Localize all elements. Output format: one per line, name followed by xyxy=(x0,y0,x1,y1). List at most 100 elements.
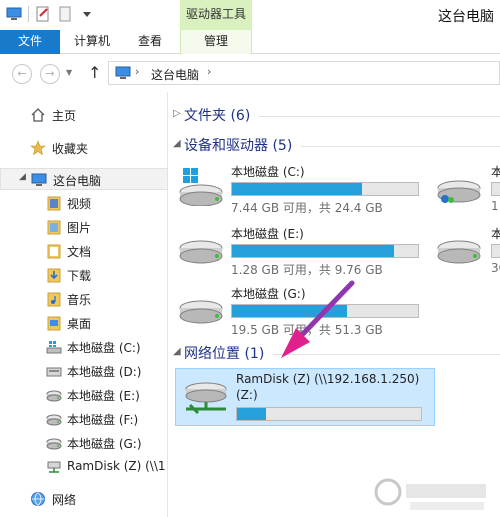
group-title: 网络位置 (1) xyxy=(184,346,265,362)
sidebar-item-label: 本地磁盘 (D:) xyxy=(67,365,142,379)
computer-icon[interactable] xyxy=(6,6,22,22)
sidebar-item-favorites[interactable]: 收藏夹 xyxy=(0,137,168,159)
tab-computer[interactable]: 计算机 xyxy=(62,30,122,54)
dropdown-icon[interactable] xyxy=(79,6,95,22)
chevron-right-icon: ▷ xyxy=(173,108,181,119)
sidebar-item-drive-f[interactable]: 本地磁盘 (F:) xyxy=(0,408,168,430)
network-icon xyxy=(30,491,46,507)
drive-tools-tab-header: 驱动器工具 xyxy=(180,0,252,30)
sidebar-item-label: 图片 xyxy=(67,221,92,235)
arrow-right-icon: → xyxy=(45,67,55,80)
drive-space-info: 30 xyxy=(491,261,500,275)
chevron-down-icon: ◢ xyxy=(173,346,181,357)
properties-icon[interactable] xyxy=(35,6,51,22)
drive-tile-partial[interactable]: 本 30 xyxy=(431,222,500,280)
sidebar-item-drive-d[interactable]: 本地磁盘 (D:) xyxy=(0,360,168,382)
content-pane: ▷ 文件夹 (6) ◢ 设备和驱动器 (5) 本地磁盘 (C:) 7.44 GB… xyxy=(169,92,500,517)
drive-usage-bar xyxy=(231,182,419,196)
drive-tile-g[interactable]: 本地磁盘 (G:) 19.5 GB 可用，共 51.3 GB xyxy=(171,282,431,340)
drive-space-info: 7.44 GB 可用，共 24.4 GB xyxy=(231,201,383,215)
sidebar-item-this-pc[interactable]: ◢ 这台电脑 xyxy=(0,168,168,190)
sidebar-item-downloads[interactable]: 下载 xyxy=(0,264,168,286)
divider xyxy=(259,116,500,117)
drive-usage-fill xyxy=(232,183,363,195)
tab-view[interactable]: 查看 xyxy=(124,30,176,54)
navigation-bar: ← → ▼ ↑ › 这台电脑 › xyxy=(0,55,500,91)
sidebar-item-drive-e[interactable]: 本地磁盘 (E:) xyxy=(0,384,168,406)
sidebar-item-label: 本地磁盘 (G:) xyxy=(67,437,142,451)
drive-letter-label: (Z:) xyxy=(236,388,258,402)
drive-name: 本地磁盘 (G:) xyxy=(231,287,306,301)
drive-usage-fill xyxy=(237,408,267,420)
sidebar-item-label: 网络 xyxy=(52,493,77,507)
folder-icon xyxy=(46,291,62,307)
sidebar-item-pictures[interactable]: 图片 xyxy=(0,216,168,238)
quick-access-toolbar xyxy=(6,6,95,22)
computer-icon xyxy=(115,66,131,83)
sidebar-item-network[interactable]: 网络 xyxy=(0,488,168,510)
arrow-left-icon: ← xyxy=(17,67,27,80)
new-folder-icon[interactable] xyxy=(57,6,73,22)
arrow-up-icon: ↑ xyxy=(88,63,102,82)
drive-usage-fill xyxy=(232,305,348,317)
group-title: 设备和驱动器 (5) xyxy=(184,138,293,154)
sidebar-item-drive-g[interactable]: 本地磁盘 (G:) xyxy=(0,432,168,454)
group-header-network-locations[interactable]: ◢ 网络位置 (1) xyxy=(169,342,500,366)
drive-space-info: 1.28 GB 可用，共 9.76 GB xyxy=(231,263,383,277)
title-bar: 驱动器工具 这台电脑 xyxy=(0,0,500,30)
sidebar-item-label: 文档 xyxy=(67,245,92,259)
chevron-right-icon[interactable]: › xyxy=(135,65,139,78)
divider xyxy=(301,146,500,147)
address-path[interactable]: 这台电脑 xyxy=(151,66,199,83)
computer-icon xyxy=(31,172,47,188)
forward-button[interactable]: → xyxy=(40,64,60,84)
download-folder-icon xyxy=(46,267,62,283)
recent-locations-button[interactable]: ▼ xyxy=(66,68,72,77)
windows-drive-icon xyxy=(177,166,225,207)
drive-tile-e[interactable]: 本地磁盘 (E:) 1.28 GB 可用，共 9.76 GB xyxy=(171,222,431,280)
sidebar-item-documents[interactable]: 文档 xyxy=(0,240,168,262)
drive-usage-bar xyxy=(491,182,500,196)
sidebar-item-label: 本地磁盘 (E:) xyxy=(67,389,140,403)
sidebar-item-label: 主页 xyxy=(52,109,77,123)
sidebar-item-label: 视频 xyxy=(67,197,92,211)
back-button[interactable]: ← xyxy=(12,64,32,84)
windows-drive-icon xyxy=(46,339,62,355)
network-drive-icon xyxy=(182,375,230,415)
drive-space-info: 1 xyxy=(491,199,499,213)
divider xyxy=(273,354,500,355)
network-drive-tile[interactable]: RamDisk (Z) (\\192.168.1.250) (Z:) xyxy=(175,368,435,426)
group-header-folders[interactable]: ▷ 文件夹 (6) xyxy=(169,104,500,128)
up-button[interactable]: ↑ xyxy=(88,63,101,82)
drive-usage-bar xyxy=(231,244,419,258)
sidebar-item-drive-c[interactable]: 本地磁盘 (C:) xyxy=(0,336,168,358)
tab-manage[interactable]: 管理 xyxy=(180,30,252,54)
sidebar-item-music[interactable]: 音乐 xyxy=(0,288,168,310)
sidebar-item-label: 桌面 xyxy=(67,317,92,331)
folder-icon xyxy=(46,219,62,235)
sidebar-item-home[interactable]: 主页 xyxy=(0,104,168,126)
expand-icon[interactable]: ◢ xyxy=(19,172,26,182)
tab-file[interactable]: 文件 xyxy=(0,30,60,54)
watermark-logo xyxy=(360,470,500,517)
drive-icon xyxy=(177,228,225,268)
drive-icon xyxy=(46,363,62,379)
network-drive-icon xyxy=(46,459,62,475)
drive-usage-bar xyxy=(231,304,419,318)
drive-name: RamDisk (Z) (\\192.168.1.250) xyxy=(236,372,420,386)
ribbon-tabs: 文件 计算机 查看 管理 xyxy=(0,30,500,54)
sidebar-item-videos[interactable]: 视频 xyxy=(0,192,168,214)
sidebar-item-ramdisk[interactable]: RamDisk (Z) (\\1 xyxy=(0,456,168,478)
chevron-right-icon[interactable]: › xyxy=(207,65,211,78)
drive-icon xyxy=(46,411,62,427)
group-header-devices[interactable]: ◢ 设备和驱动器 (5) xyxy=(169,134,500,158)
drive-tile-partial[interactable]: 本 1 xyxy=(431,160,500,218)
drive-tile-c[interactable]: 本地磁盘 (C:) 7.44 GB 可用，共 24.4 GB xyxy=(171,160,431,218)
window-title: 这台电脑 xyxy=(438,9,494,25)
sidebar-item-desktop[interactable]: 桌面 xyxy=(0,312,168,334)
sidebar-item-label: 本地磁盘 (F:) xyxy=(67,413,139,427)
drive-name: 本 xyxy=(491,165,500,179)
navigation-pane: 主页 收藏夹 ◢ 这台电脑 视频 图片 文档 下载 音乐 桌面 本地磁盘 (C:… xyxy=(0,92,168,517)
address-bar[interactable]: › 这台电脑 › xyxy=(108,61,500,85)
star-icon xyxy=(30,140,46,156)
